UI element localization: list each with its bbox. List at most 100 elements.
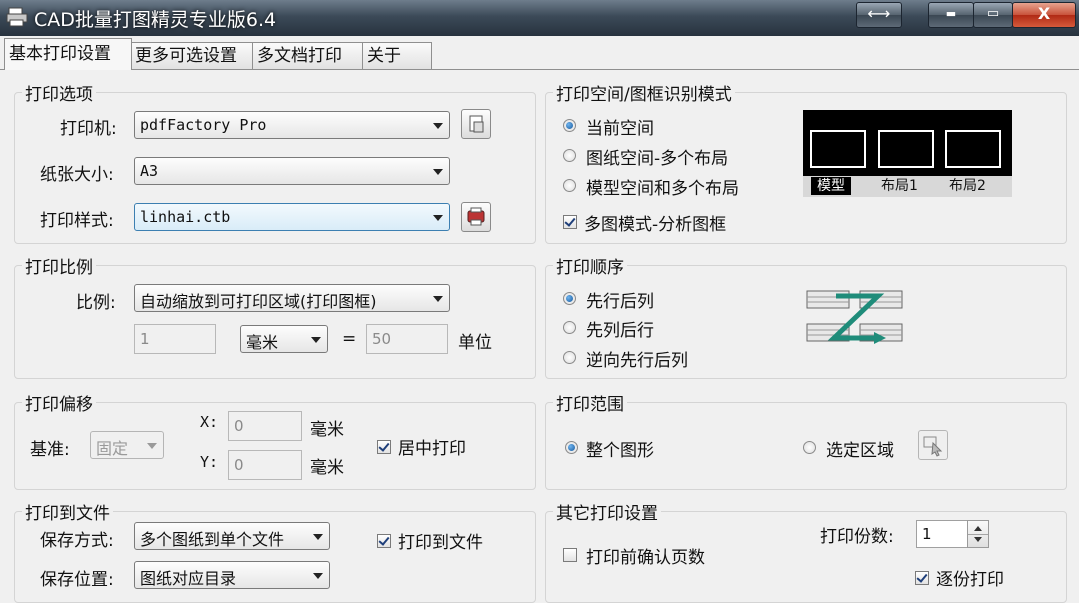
- tab-multi-doc[interactable]: 多文档打印: [252, 42, 366, 69]
- chevron-down-icon: [433, 215, 443, 221]
- multi-frame-label[interactable]: 多图模式-分析图框: [584, 210, 726, 235]
- print-range-legend: 打印范围: [553, 390, 627, 415]
- scale-unit-value: 毫米: [246, 333, 279, 352]
- print-style-select[interactable]: linhai.ctb: [134, 203, 450, 231]
- radio-row-first[interactable]: [563, 292, 576, 305]
- y-unit-label: 毫米: [310, 458, 344, 478]
- spin-down-icon[interactable]: [974, 537, 982, 542]
- copies-value: 1: [922, 525, 932, 543]
- pick-area-button[interactable]: [918, 430, 948, 460]
- x-label: X:: [200, 413, 219, 431]
- paper-size-value: A3: [140, 162, 159, 180]
- radio-selected-area[interactable]: [803, 441, 816, 454]
- tab-about[interactable]: 关于: [362, 42, 432, 69]
- chevron-down-icon: [147, 443, 157, 449]
- scale-right-input[interactable]: 50: [366, 324, 448, 354]
- style-editor-icon: [467, 207, 485, 226]
- confirm-pages-label[interactable]: 打印前确认页数: [586, 543, 705, 568]
- minimize-button[interactable]: ▬: [928, 2, 974, 28]
- tab-more-options[interactable]: 更多可选设置: [130, 42, 256, 69]
- window-title: CAD批量打图精灵专业版6.4: [34, 9, 277, 31]
- preview-frame: [945, 130, 1001, 168]
- save-location-label: 保存位置:: [40, 570, 114, 590]
- chevron-down-icon: [313, 534, 323, 540]
- scale-left-value: 1: [140, 330, 150, 348]
- tab-bar: 基本打印设置 更多可选设置 多文档打印 关于: [0, 38, 1079, 70]
- scale-label: 比例:: [76, 293, 116, 313]
- printer-select[interactable]: pdfFactory Pro: [134, 111, 450, 139]
- maximize-button[interactable]: ▭: [973, 2, 1013, 28]
- copies-spinner[interactable]: [967, 520, 989, 548]
- save-location-select[interactable]: 图纸对应目录: [134, 561, 330, 589]
- chevron-down-icon: [311, 337, 321, 343]
- column-first-label[interactable]: 先列后行: [586, 316, 654, 341]
- edit-style-button[interactable]: [461, 202, 491, 232]
- radio-whole-drawing[interactable]: [565, 441, 578, 454]
- radio-column-first[interactable]: [563, 321, 576, 334]
- row-first-label[interactable]: 先行后列: [586, 287, 654, 312]
- selected-area-label[interactable]: 选定区域: [826, 436, 894, 461]
- current-space-label[interactable]: 当前空间: [586, 114, 654, 139]
- print-to-file-checkbox[interactable]: [377, 534, 391, 548]
- radio-current-space[interactable]: [563, 119, 576, 132]
- save-mode-label: 保存方式:: [40, 531, 114, 551]
- print-style-label: 打印样式:: [40, 211, 114, 231]
- spin-up-icon[interactable]: [974, 526, 982, 531]
- collate-label[interactable]: 逐份打印: [936, 565, 1004, 590]
- radio-model-space[interactable]: [563, 179, 576, 192]
- tab-divider: [0, 69, 1079, 70]
- offset-y-input[interactable]: 0: [228, 450, 302, 480]
- swap-size-button[interactable]: ⟷: [856, 2, 902, 28]
- paper-size-select[interactable]: A3: [134, 157, 450, 185]
- model-space-label[interactable]: 模型空间和多个布局: [586, 174, 739, 199]
- print-order-legend: 打印顺序: [553, 253, 627, 278]
- title-bar[interactable]: CAD批量打图精灵专业版6.4 ⟷ ▬ ▭ X: [0, 0, 1079, 36]
- printer-app-icon: [6, 7, 28, 27]
- close-button[interactable]: X: [1012, 2, 1076, 28]
- radio-paper-space[interactable]: [563, 149, 576, 162]
- print-order-z-icon: [806, 290, 903, 344]
- print-scale-legend: 打印比例: [22, 253, 96, 278]
- preview-tab-model: 模型: [811, 177, 851, 195]
- copies-input[interactable]: 1: [916, 520, 968, 548]
- print-scale-group: [14, 265, 536, 379]
- save-location-value: 图纸对应目录: [140, 569, 237, 588]
- print-offset-legend: 打印偏移: [22, 390, 96, 415]
- print-to-file-legend: 打印到文件: [22, 499, 113, 524]
- copies-label: 打印份数:: [820, 527, 894, 547]
- base-select[interactable]: 固定: [90, 431, 164, 459]
- multi-frame-checkbox[interactable]: [563, 215, 577, 229]
- preview-tab-layout2: 布局2: [949, 178, 986, 194]
- scale-unit-select[interactable]: 毫米: [240, 325, 328, 353]
- center-print-label[interactable]: 居中打印: [398, 434, 466, 459]
- printer-properties-button[interactable]: [461, 109, 491, 139]
- other-settings-legend: 其它打印设置: [553, 499, 661, 524]
- paper-size-label: 纸张大小:: [40, 165, 114, 185]
- equals-sign: =: [342, 329, 357, 349]
- unit-suffix-label: 单位: [458, 333, 492, 353]
- reverse-order-label[interactable]: 逆向先行后列: [586, 346, 688, 371]
- save-mode-value: 多个图纸到单个文件: [140, 530, 285, 549]
- radio-reverse-order[interactable]: [563, 351, 576, 364]
- preview-frame: [810, 130, 866, 168]
- preview-tab-layout1: 布局1: [881, 178, 918, 194]
- collate-checkbox[interactable]: [915, 571, 929, 585]
- base-value: 固定: [96, 439, 129, 458]
- save-mode-select[interactable]: 多个图纸到单个文件: [134, 522, 330, 550]
- scale-left-input[interactable]: 1: [134, 324, 216, 354]
- paper-space-label[interactable]: 图纸空间-多个布局: [586, 144, 728, 169]
- center-print-checkbox[interactable]: [377, 440, 391, 454]
- chevron-down-icon: [433, 169, 443, 175]
- y-label: Y:: [200, 453, 219, 471]
- print-style-value: linhai.ctb: [140, 208, 231, 226]
- x-unit-label: 毫米: [310, 420, 344, 440]
- window-select-icon: [923, 436, 943, 457]
- whole-drawing-label[interactable]: 整个图形: [586, 436, 654, 461]
- offset-x-input[interactable]: 0: [228, 411, 302, 441]
- page-setup-icon: [469, 115, 484, 133]
- scale-select[interactable]: 自动缩放到可打印区域(打印图框): [134, 284, 450, 312]
- tab-basic-print[interactable]: 基本打印设置: [4, 38, 132, 70]
- scale-value: 自动缩放到可打印区域(打印图框): [140, 292, 377, 311]
- print-to-file-label[interactable]: 打印到文件: [398, 528, 483, 553]
- confirm-pages-checkbox[interactable]: [563, 548, 577, 562]
